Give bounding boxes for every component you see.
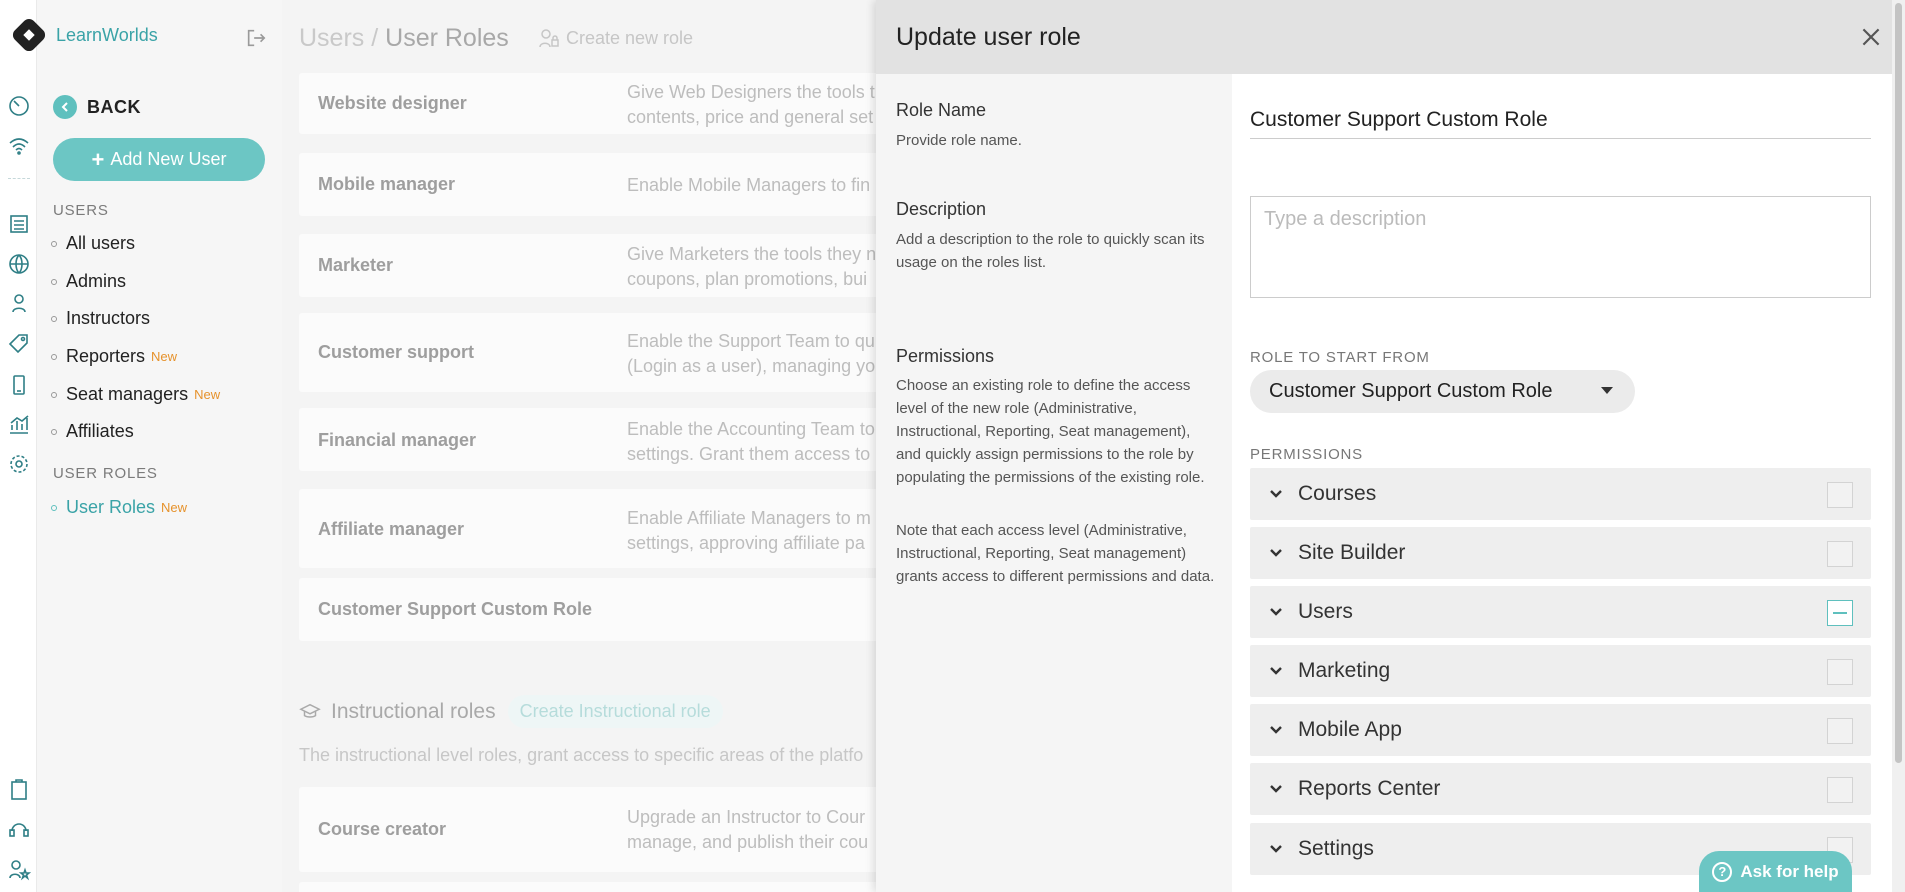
sidebar-item-affiliates[interactable]: Affiliates [51, 421, 134, 442]
chevron-down-icon [1270, 845, 1282, 853]
permission-checkbox[interactable] [1827, 482, 1853, 508]
sidebar-item-all-users[interactable]: All users [51, 233, 135, 254]
graduation-cap-icon [299, 703, 321, 718]
scrollbar-thumb[interactable] [1895, 3, 1902, 763]
page-title: User Roles [385, 24, 509, 52]
role-row[interactable]: Website designer Give Web Designers the … [299, 73, 899, 134]
icon-rail [0, 0, 37, 892]
chevron-down-icon [1270, 549, 1282, 557]
plus-icon: + [91, 146, 105, 172]
user-icon[interactable] [6, 290, 32, 316]
speedometer-icon[interactable] [6, 93, 32, 119]
panel-help-column: Role Name Provide role name. Description… [876, 74, 1232, 892]
role-row[interactable]: Course creator Upgrade an Instructor to … [299, 787, 899, 872]
arrow-left-icon [53, 95, 77, 119]
users-section-title: USERS [53, 202, 109, 219]
instructional-roles-title: Instructional roles [331, 699, 496, 723]
ask-for-help-button[interactable]: ? Ask for help [1699, 851, 1852, 892]
question-icon: ? [1712, 861, 1733, 882]
create-instructional-role-button[interactable]: Create Instructional role [507, 695, 723, 728]
sidebar: LearnWorlds BACK + Add New User USERS Al… [12, 0, 282, 892]
role-row[interactable]: Customer Support Custom Role [299, 578, 899, 641]
user-lock-icon [539, 29, 559, 48]
permission-group-mobile-app[interactable]: Mobile App [1250, 704, 1871, 756]
permission-checkbox[interactable] [1827, 541, 1853, 567]
sidebar-item-seat-managers[interactable]: Seat managers New [51, 384, 220, 405]
instructional-roles-description: The instructional level roles, grant acc… [299, 745, 864, 765]
permission-group-users[interactable]: Users [1250, 586, 1871, 638]
globe-icon[interactable] [6, 251, 32, 277]
wifi-icon[interactable] [6, 133, 32, 159]
role-name-help: Provide role name. [896, 132, 1022, 149]
role-row[interactable]: Mobile manager Enable Mobile Managers to… [299, 153, 899, 216]
rail-divider [8, 178, 30, 179]
chevron-down-icon [1270, 726, 1282, 734]
role-name-input[interactable]: Customer Support Custom Role [1250, 104, 1871, 139]
role-start-select[interactable]: Customer Support Custom Role [1250, 370, 1635, 413]
permissions-note: Note that each access level (Administrat… [896, 522, 1215, 585]
permission-checkbox-partial[interactable] [1827, 600, 1853, 626]
analytics-icon[interactable] [6, 411, 32, 437]
pages-icon[interactable] [6, 211, 32, 237]
role-start-label: ROLE TO START FROM [1250, 349, 1430, 366]
role-row[interactable]: Customer support Enable the Support Team… [299, 313, 899, 392]
add-user-label: Add New User [110, 149, 227, 169]
role-name-title: Role Name [896, 100, 987, 120]
mobile-icon[interactable] [6, 372, 32, 398]
breadcrumb-parent[interactable]: Users [299, 24, 364, 52]
chevron-down-icon [1270, 490, 1282, 498]
description-title: Description [896, 199, 987, 219]
chevron-down-icon [1270, 667, 1282, 675]
panel-title: Update user role [896, 23, 1081, 51]
brand-name: LearnWorlds [56, 24, 158, 45]
sidebar-item-reporters[interactable]: Reporters New [51, 346, 177, 367]
permission-checkbox[interactable] [1827, 659, 1853, 685]
learnworlds-logo-icon [12, 18, 46, 52]
permission-checkbox[interactable] [1827, 718, 1853, 744]
sidebar-item-user-roles[interactable]: User Roles New [51, 497, 187, 518]
gear-icon[interactable] [6, 451, 32, 477]
new-badge: New [151, 349, 178, 364]
permissions-label: PERMISSIONS [1250, 446, 1363, 463]
sidebar-item-admins[interactable]: Admins [51, 271, 126, 292]
role-row[interactable] [299, 882, 899, 892]
instructional-roles-header: Instructional roles Create Instructional… [299, 695, 723, 728]
permissions-help: Choose an existing role to define the ac… [896, 377, 1205, 486]
description-field[interactable]: Type a description [1250, 196, 1871, 298]
breadcrumb: Users / User Roles [299, 24, 509, 52]
headset-icon[interactable] [6, 816, 32, 842]
clipboard-icon[interactable] [6, 777, 32, 803]
permission-group-marketing[interactable]: Marketing [1250, 645, 1871, 697]
permission-group-courses[interactable]: Courses [1250, 468, 1871, 520]
sidebar-item-instructors[interactable]: Instructors [51, 308, 150, 329]
user-star-icon[interactable] [6, 856, 32, 882]
tag-icon[interactable] [6, 331, 32, 357]
user-roles-section-title: USER ROLES [53, 465, 158, 482]
permission-group-site-builder[interactable]: Site Builder [1250, 527, 1871, 579]
description-help: Add a description to the role to quickly… [896, 231, 1205, 271]
back-label: BACK [87, 96, 141, 117]
role-row[interactable]: Marketer Give Marketers the tools they n… [299, 234, 899, 297]
permission-checkbox[interactable] [1827, 777, 1853, 803]
chevron-down-icon [1270, 608, 1282, 616]
create-new-role-button[interactable]: Create new role [537, 26, 693, 50]
add-new-user-button[interactable]: + Add New User [53, 138, 265, 181]
role-row[interactable]: Affiliate manager Enable Affiliate Manag… [299, 489, 899, 568]
logout-icon[interactable] [245, 27, 267, 49]
panel-scrollbar[interactable] [1892, 0, 1905, 892]
panel-header: Update user role [876, 0, 1892, 74]
logo[interactable]: LearnWorlds [10, 16, 158, 54]
caret-down-icon [1601, 387, 1613, 394]
permissions-title: Permissions [896, 346, 995, 366]
close-icon[interactable] [1858, 24, 1884, 50]
new-badge: New [161, 500, 188, 515]
permission-group-reports-center[interactable]: Reports Center [1250, 763, 1871, 815]
back-button[interactable]: BACK [53, 95, 141, 119]
role-row[interactable]: Financial manager Enable the Accounting … [299, 408, 899, 471]
update-role-panel: Update user role Role Name Provide role … [876, 0, 1892, 892]
new-badge: New [194, 387, 221, 402]
chevron-down-icon [1270, 785, 1282, 793]
